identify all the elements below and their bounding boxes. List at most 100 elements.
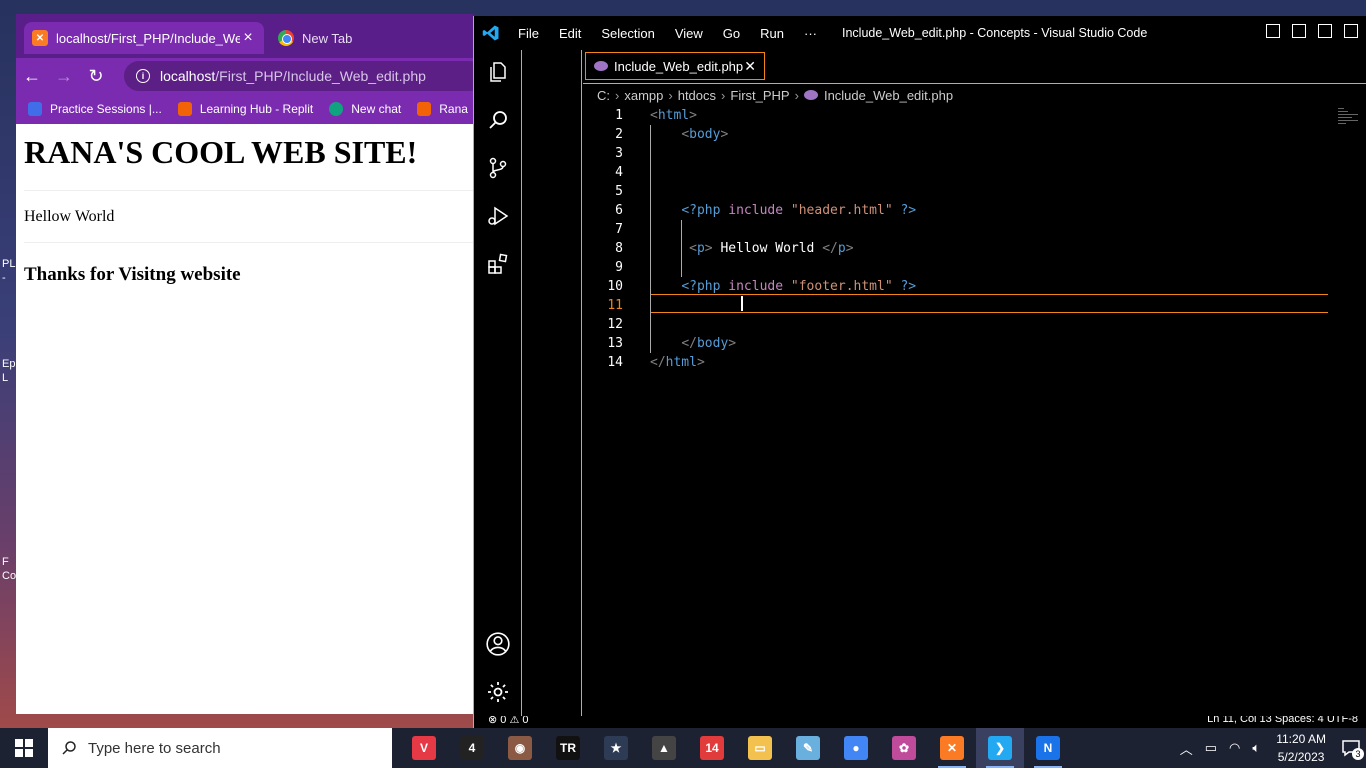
tab-close-icon[interactable]: × <box>240 29 256 47</box>
taskbar-app-xampp[interactable]: ✕ <box>928 728 976 768</box>
accounts-icon[interactable] <box>484 630 512 658</box>
breadcrumb-item[interactable]: First_PHP <box>730 88 789 103</box>
toggle-sidebar-icon[interactable] <box>1266 24 1280 38</box>
taskbar-app-tomb-raider[interactable]: TR <box>544 728 592 768</box>
code-line: 9 <box>583 258 1343 277</box>
taskbar-app-game-tiger[interactable]: ▲ <box>640 728 688 768</box>
desktop-icon-label[interactable]: Co <box>2 570 16 582</box>
minimap[interactable] <box>1338 108 1362 138</box>
settings-gear-icon[interactable] <box>484 678 512 706</box>
breadcrumb-item[interactable]: xampp <box>624 88 663 103</box>
back-arrow-icon[interactable]: ← <box>16 60 48 92</box>
chrome-tab-strip: ✕ localhost/First_PHP/Include_Web_edit.p… <box>16 14 474 62</box>
desktop-icon-label[interactable]: Ep <box>2 358 16 370</box>
desktop-icon-label[interactable]: F <box>2 556 16 568</box>
taskbar-search-box[interactable]: Type here to search <box>48 728 392 768</box>
url-host: localhost <box>160 68 216 84</box>
customize-layout-icon[interactable] <box>1344 24 1358 38</box>
forward-arrow-icon[interactable]: → <box>48 60 80 92</box>
code-line: 4 <box>583 163 1343 182</box>
code-token: > <box>696 355 705 370</box>
editor-tab-include-web-edit[interactable]: Include_Web_edit.php ✕ <box>585 52 765 80</box>
extensions-icon[interactable] <box>484 250 512 278</box>
game-star-icon: ★ <box>604 736 628 760</box>
breadcrumb-item[interactable]: Include_Web_edit.php <box>824 88 953 103</box>
line-number: 2 <box>615 127 623 142</box>
status-bar: ⊗ 0 ⚠ 0 Ln 11, Col 13 Spaces: 4 UTF-8 <box>474 716 1366 728</box>
close-icon[interactable]: ✕ <box>744 58 756 75</box>
breadcrumb-item[interactable]: C: <box>597 88 610 103</box>
search-placeholder: Type here to search <box>88 739 221 757</box>
menu-go[interactable]: Go <box>713 26 750 41</box>
bookmark-practice-sessions[interactable]: Practice Sessions |... <box>28 102 162 116</box>
code-token: Hellow World <box>712 241 823 256</box>
reload-icon[interactable]: ↻ <box>80 60 112 92</box>
code-line: 7 <box>583 220 1343 239</box>
line-number: 13 <box>607 336 623 351</box>
bookmark-new-chat[interactable]: New chat <box>329 102 401 116</box>
address-bar[interactable]: i localhost/First_PHP/Include_Web_edit.p… <box>124 61 474 91</box>
desktop-icon-label[interactable]: - <box>2 272 16 284</box>
menu-run[interactable]: Run <box>750 26 794 41</box>
breadcrumb-item[interactable]: htdocs <box>678 88 716 103</box>
toggle-secondary-sidebar-icon[interactable] <box>1318 24 1332 38</box>
code-line: 3 <box>583 144 1343 163</box>
file-explorer-icon: ▭ <box>748 736 772 760</box>
taskbar-app-chrome[interactable]: ● <box>832 728 880 768</box>
cursor-position-status[interactable]: Ln 11, Col 13 Spaces: 4 UTF-8 <box>1207 716 1358 725</box>
text-cursor <box>741 296 743 311</box>
activity-bar <box>474 50 522 728</box>
notification-center-icon[interactable]: 3 <box>1336 736 1366 760</box>
taskbar-app-game-4[interactable]: 4 <box>448 728 496 768</box>
taskbar-app-game-avatar[interactable]: ◉ <box>496 728 544 768</box>
line-number: 10 <box>607 279 623 294</box>
code-token: "header.html" <box>790 203 893 218</box>
php-file-icon <box>594 61 608 71</box>
toggle-panel-icon[interactable] <box>1292 24 1306 38</box>
problems-status[interactable]: ⊗ 0 ⚠ 0 <box>488 716 528 726</box>
explorer-icon[interactable] <box>484 58 512 86</box>
taskbar-app-paint[interactable]: ✿ <box>880 728 928 768</box>
code-token: body <box>689 127 721 142</box>
wifi-icon[interactable]: ◠ <box>1229 740 1240 756</box>
vscode-titlebar: File Edit Selection View Go Run ··· Incl… <box>474 16 1366 50</box>
clock[interactable]: 11:20 AM 5/2/2023 <box>1276 730 1326 766</box>
clock-date: 5/2/2023 <box>1277 750 1325 764</box>
bookmark-replit[interactable]: Learning Hub - Replit <box>177 102 313 116</box>
menu-view[interactable]: View <box>665 26 713 41</box>
search-icon[interactable] <box>484 106 512 134</box>
desktop-icon-label[interactable]: L <box>2 372 16 384</box>
taskbar-app-notes[interactable]: ✎ <box>784 728 832 768</box>
taskbar-app-vscode[interactable]: ❯ <box>976 728 1024 768</box>
taskbar-app-valorant[interactable]: V <box>400 728 448 768</box>
run-debug-icon[interactable] <box>484 202 512 230</box>
source-control-icon[interactable] <box>484 154 512 182</box>
taskbar-app-file-explorer[interactable]: ▭ <box>736 728 784 768</box>
browser-tab-new[interactable]: New Tab <box>270 22 450 54</box>
windows-start-icon[interactable] <box>0 728 48 768</box>
chevron-up-icon[interactable]: ︿ <box>1180 739 1193 758</box>
battery-icon[interactable]: ▭ <box>1205 740 1217 756</box>
browser-tab-active[interactable]: ✕ localhost/First_PHP/Include_Web_edit.p… <box>24 22 264 54</box>
menu-more[interactable]: ··· <box>794 26 827 41</box>
bookmark-rana[interactable]: Rana <box>417 102 468 116</box>
menu-selection[interactable]: Selection <box>591 26 664 41</box>
system-tray: ︿ ▭ ◠ 🔈︎ 11:20 AM 5/2/2023 3 <box>1174 728 1366 768</box>
code-token: html <box>657 108 690 123</box>
code-line: 13 </body> <box>583 334 1343 353</box>
code-token: < <box>681 127 690 142</box>
menu-file[interactable]: File <box>508 26 549 41</box>
desktop-icon-label[interactable]: PL <box>2 258 16 270</box>
volume-icon[interactable]: 🔈︎ <box>1252 740 1260 756</box>
code-editor[interactable]: 1 <html> 2 <body> 3 4 5 6 <?php include "… <box>583 106 1366 726</box>
layout-controls <box>1254 24 1358 38</box>
taskbar-app-chrome-profile[interactable]: N <box>1024 728 1072 768</box>
game-tiger-icon: ▲ <box>652 736 676 760</box>
url-path: /First_PHP/Include_Web_edit.php <box>215 68 426 84</box>
line-number: 1 <box>615 108 623 123</box>
site-info-icon[interactable]: i <box>136 69 150 83</box>
taskbar-app-game-14[interactable]: 14 <box>688 728 736 768</box>
taskbar-app-game-star[interactable]: ★ <box>592 728 640 768</box>
menu-edit[interactable]: Edit <box>549 26 591 41</box>
code-token: > <box>720 127 729 142</box>
